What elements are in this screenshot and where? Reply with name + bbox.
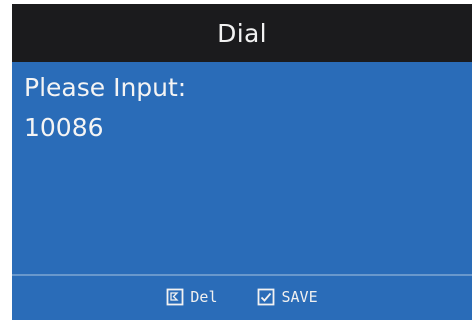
dial-number-field[interactable]: 10086 (24, 108, 472, 148)
save-label: SAVE (281, 288, 318, 306)
input-prompt: Please Input: (24, 73, 187, 102)
save-softkey[interactable]: SAVE (257, 288, 318, 306)
softkey-divider (12, 274, 472, 276)
checkbox-icon (257, 288, 275, 306)
dial-input-panel: Please Input: 10086 (12, 62, 472, 272)
delete-softkey[interactable]: Del (166, 288, 217, 306)
dial-screen: Dial Please Input: 10086 Del SAVE (12, 4, 472, 320)
delete-label: Del (190, 288, 218, 306)
softkey-bar: Del SAVE (12, 274, 472, 320)
backspace-icon (166, 288, 184, 306)
screen-title: Dial (217, 18, 267, 48)
title-bar: Dial (12, 4, 472, 62)
